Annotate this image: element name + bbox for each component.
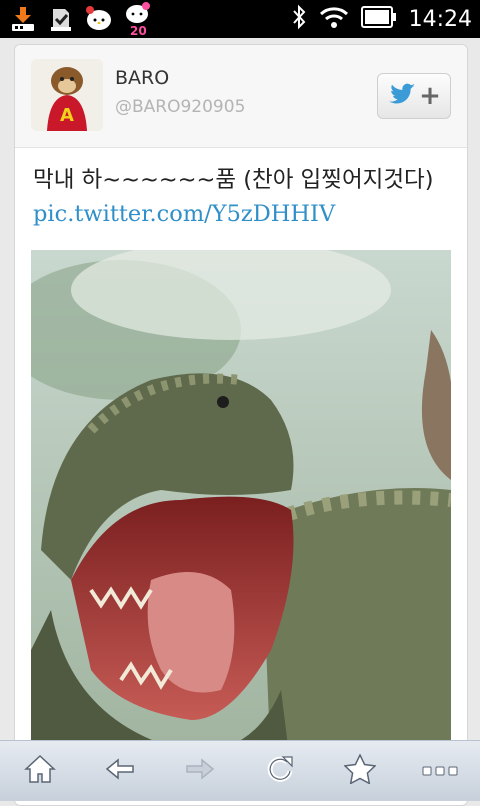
follow-plus: + — [419, 81, 441, 111]
svg-text:A: A — [60, 105, 74, 126]
profile-handle: @BARO920905 — [115, 97, 246, 117]
twitter-bird-icon — [387, 82, 417, 110]
system-icons: 14:24 — [291, 0, 472, 38]
profile-name[interactable]: BARO — [115, 67, 169, 89]
clock-time: 14:24 — [408, 6, 472, 32]
browser-toolbar — [0, 740, 480, 801]
status-bar: 20 14:24 — [0, 0, 480, 38]
more-icon — [422, 762, 458, 781]
home-icon — [24, 754, 56, 788]
battery-icon — [360, 5, 397, 33]
hello-kitty-icon — [84, 4, 114, 34]
tweet-body: 막내 하~~~~~~품 (찬아 입찢어지것다) — [33, 167, 434, 193]
tweet-card: A BARO @BARO920905 + 막내 하~~~~~~품 (찬아 입찢어… — [14, 44, 468, 806]
star-icon — [343, 753, 377, 788]
wifi-icon — [319, 5, 349, 33]
hello-kitty-20-icon: 20 — [122, 2, 152, 36]
more-button[interactable] — [412, 743, 468, 799]
follow-button[interactable]: + — [377, 73, 451, 119]
svg-text:20: 20 — [130, 24, 147, 36]
download-icon — [8, 4, 38, 34]
tweet-text: 막내 하~~~~~~품 (찬아 입찢어지것다) pic.twitter.com/… — [33, 163, 453, 231]
forward-button[interactable] — [172, 743, 228, 799]
tweet-photo[interactable] — [31, 250, 451, 770]
bookmark-button[interactable] — [332, 743, 388, 799]
refresh-button[interactable] — [252, 743, 308, 799]
notification-icons: 20 — [8, 2, 152, 36]
sd-card-icon — [46, 4, 76, 34]
bluetooth-icon — [291, 4, 307, 34]
forward-icon — [185, 757, 215, 785]
tweet-link[interactable]: pic.twitter.com/Y5zDHHIV — [33, 201, 335, 227]
back-button[interactable] — [92, 743, 148, 799]
refresh-icon — [265, 754, 295, 788]
avatar[interactable]: A — [31, 59, 103, 131]
back-icon — [105, 757, 135, 785]
home-button[interactable] — [12, 743, 68, 799]
profile-header: A BARO @BARO920905 + — [15, 45, 467, 148]
